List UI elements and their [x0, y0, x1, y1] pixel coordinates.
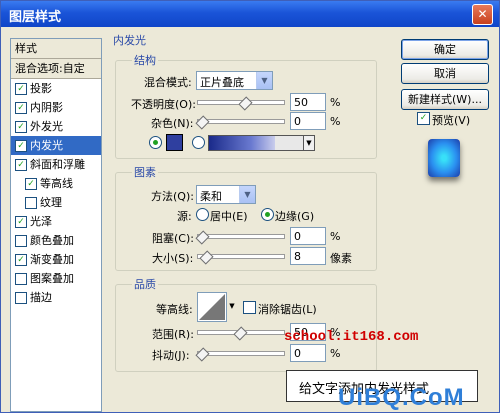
style-item-checkbox[interactable]: ✓ [15, 83, 27, 95]
source-center-label: 居中(E) [210, 210, 248, 223]
size-unit: 像素 [330, 252, 352, 265]
gradient-dropdown-icon[interactable]: ▼ [303, 135, 315, 151]
jitter-input[interactable]: 0 [290, 344, 326, 362]
opacity-unit: % [330, 96, 341, 109]
ok-button[interactable]: 确定 [401, 39, 489, 60]
method-label: 方法(Q): [151, 190, 194, 203]
style-item-9[interactable]: ✓ 渐变叠加 [11, 250, 101, 269]
style-item-checkbox[interactable]: ✓ [15, 254, 27, 266]
style-item-checkbox[interactable]: ✓ [15, 140, 27, 152]
style-item-label: 投影 [30, 82, 52, 95]
preview-label: 预览(V) [432, 114, 471, 127]
style-item-checkbox[interactable] [15, 235, 27, 247]
style-item-2[interactable]: ✓ 外发光 [11, 117, 101, 136]
contour-dropdown-icon[interactable]: ▼ [228, 299, 236, 313]
elements-legend: 图素 [132, 164, 158, 180]
style-item-checkbox[interactable]: ✓ [15, 102, 27, 114]
noise-label: 杂色(N): [151, 117, 194, 130]
style-item-checkbox[interactable]: ✓ [15, 216, 27, 228]
style-item-4[interactable]: ✓ 斜面和浮雕 [11, 155, 101, 174]
style-item-6[interactable]: 纹理 [11, 193, 101, 212]
choke-slider-track[interactable] [197, 234, 285, 239]
style-item-checkbox[interactable]: ✓ [15, 121, 27, 133]
choke-input[interactable]: 0 [290, 227, 326, 245]
style-item-label: 斜面和浮雕 [30, 158, 85, 171]
chevron-down-icon: ▼ [256, 72, 272, 89]
glow-color-swatch[interactable] [166, 134, 183, 151]
style-item-1[interactable]: ✓ 内阴影 [11, 98, 101, 117]
style-item-3[interactable]: ✓ 内发光 [11, 136, 101, 155]
style-item-label: 纹理 [40, 196, 62, 209]
style-list: 样式 混合选项:自定 ✓ 投影 ✓ 内阴影 ✓ 外发光 ✓ 内发光 ✓ 斜面和浮雕 ✓ 等高线 纹理 ✓ 光… [10, 38, 102, 412]
range-label: 范围(R): [152, 328, 194, 341]
noise-input[interactable]: 0 [290, 112, 326, 130]
style-item-label: 颜色叠加 [30, 234, 74, 247]
contour-label: 等高线: [156, 303, 193, 316]
style-item-checkbox[interactable] [15, 292, 27, 304]
close-icon: ✕ [477, 7, 488, 21]
style-item-label: 渐变叠加 [30, 253, 74, 266]
style-item-7[interactable]: ✓ 光泽 [11, 212, 101, 231]
choke-label: 阻塞(C): [152, 232, 194, 245]
layer-style-dialog: 图层样式 ✕ 样式 混合选项:自定 ✓ 投影 ✓ 内阴影 ✓ 外发光 ✓ 内发光 ✓ 斜面和浮雕 ✓… [0, 0, 500, 413]
structure-legend: 结构 [132, 52, 158, 68]
style-item-label: 等高线 [40, 177, 73, 190]
style-item-5[interactable]: ✓ 等高线 [11, 174, 101, 193]
source-edge-radio[interactable] [261, 208, 274, 221]
size-input[interactable]: 8 [290, 247, 326, 265]
new-style-button[interactable]: 新建样式(W)... [401, 89, 489, 110]
style-item-label: 外发光 [30, 120, 63, 133]
style-item-checkbox[interactable]: ✓ [15, 159, 27, 171]
method-select[interactable]: 柔和 ▼ [196, 185, 256, 204]
style-item-checkbox[interactable] [25, 197, 37, 209]
blend-mode-value: 正片叠底 [200, 76, 244, 89]
site-watermark: school.it168.com [284, 329, 419, 345]
preview-checkbox[interactable]: ✓ [417, 112, 430, 125]
source-center-radio[interactable] [196, 208, 209, 221]
jitter-slider-track[interactable] [197, 351, 285, 356]
style-list-header[interactable]: 样式 [11, 39, 101, 59]
opacity-label: 不透明度(O): [131, 98, 196, 111]
solid-color-radio[interactable] [149, 136, 162, 149]
style-item-8[interactable]: 颜色叠加 [11, 231, 101, 250]
blend-mode-label: 混合模式: [144, 76, 192, 89]
method-value: 柔和 [200, 190, 222, 203]
style-item-11[interactable]: 描边 [11, 288, 101, 307]
site-logo: UiBQ.CoM [338, 384, 465, 411]
noise-slider-track[interactable] [197, 119, 285, 124]
style-item-label: 图案叠加 [30, 272, 74, 285]
chevron-down-icon: ▼ [239, 186, 255, 203]
contour-preview[interactable] [197, 292, 227, 322]
style-preview-thumbnail [423, 133, 467, 183]
window-title: 图层样式 [9, 10, 62, 25]
style-item-label: 光泽 [30, 215, 52, 228]
gradient-preview[interactable] [208, 135, 304, 151]
jitter-unit: % [330, 347, 341, 360]
title-bar[interactable]: 图层样式 ✕ [1, 1, 499, 27]
style-item-10[interactable]: 图案叠加 [11, 269, 101, 288]
style-item-checkbox[interactable] [15, 273, 27, 285]
source-edge-label: 边缘(G) [275, 210, 315, 223]
jitter-label: 抖动(J): [152, 349, 190, 362]
antialias-checkbox[interactable] [243, 301, 256, 314]
quality-legend: 品质 [132, 276, 158, 292]
panel-title: 内发光 [113, 34, 146, 47]
style-item-checkbox[interactable]: ✓ [25, 178, 37, 190]
blend-options-item[interactable]: 混合选项:自定 [11, 59, 101, 79]
choke-unit: % [330, 230, 341, 243]
style-item-label: 描边 [30, 291, 52, 304]
noise-unit: % [330, 115, 341, 128]
gradient-radio[interactable] [192, 136, 205, 149]
size-label: 大小(S): [152, 252, 194, 265]
opacity-input[interactable]: 50 [290, 93, 326, 111]
cancel-button[interactable]: 取消 [401, 63, 489, 84]
source-label: 源: [177, 210, 192, 223]
close-button[interactable]: ✕ [472, 4, 493, 25]
style-item-label: 内发光 [30, 139, 63, 152]
antialias-label: 消除锯齿(L) [258, 303, 317, 316]
style-item-0[interactable]: ✓ 投影 [11, 79, 101, 98]
style-item-label: 内阴影 [30, 101, 63, 114]
blend-mode-select[interactable]: 正片叠底 ▼ [196, 71, 273, 90]
